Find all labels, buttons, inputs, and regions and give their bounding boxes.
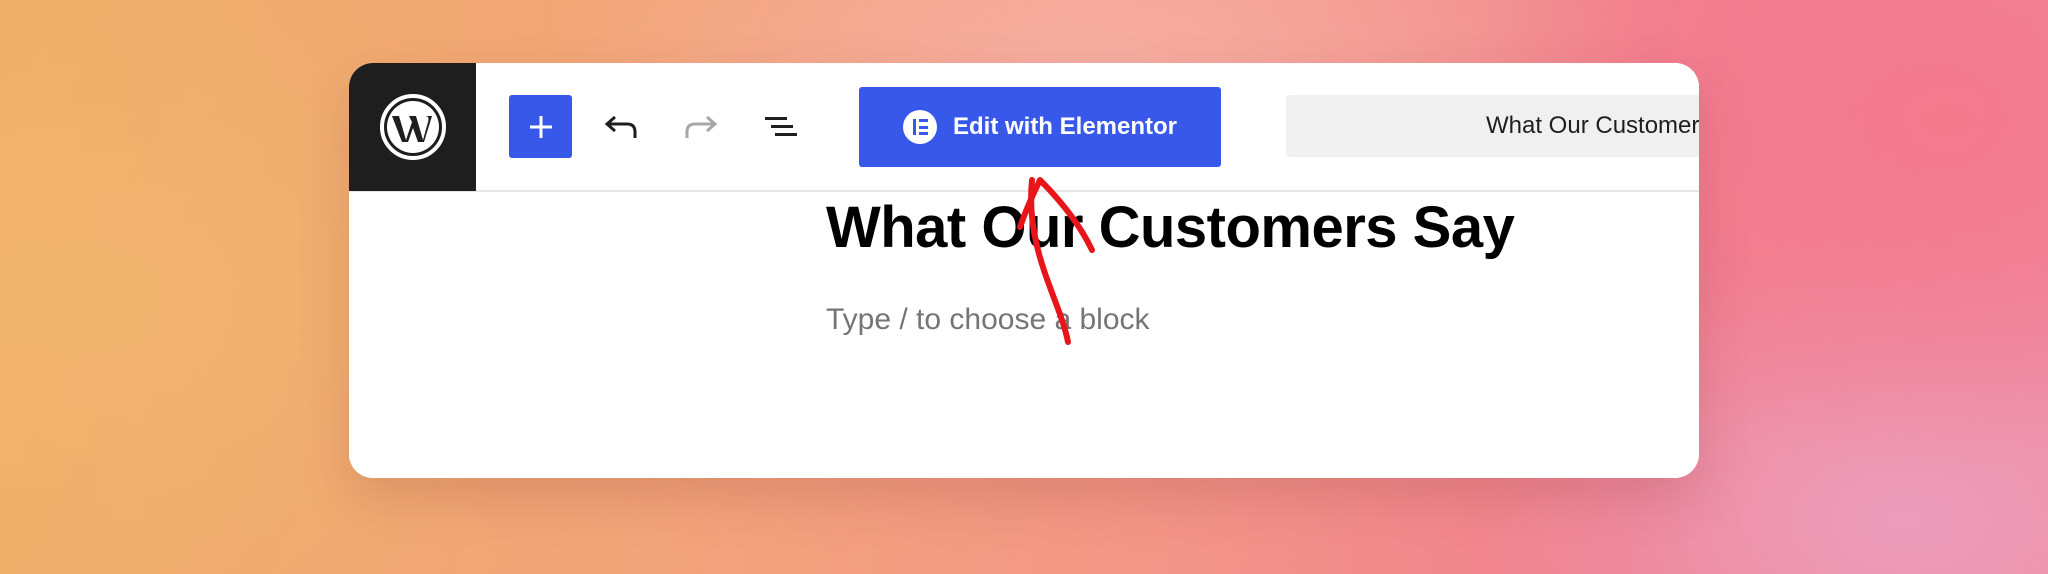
- elementor-icon: [902, 110, 937, 144]
- edit-with-elementor-button[interactable]: Edit with Elementor: [859, 87, 1221, 167]
- background-gradient: Edit with Elementor What Our Customers S…: [0, 0, 2048, 574]
- document-title-bar[interactable]: What Our Customers Say: [1286, 95, 1699, 157]
- plus-icon: [529, 115, 552, 138]
- block-appender-placeholder[interactable]: Type / to choose a block: [826, 303, 1150, 337]
- undo-icon: [604, 115, 637, 138]
- document-overview-button[interactable]: [751, 97, 811, 157]
- wordpress-icon: [379, 94, 446, 160]
- edit-with-elementor-label: Edit with Elementor: [952, 113, 1177, 140]
- editor-toolbar: Edit with Elementor What Our Customers S…: [349, 63, 1699, 192]
- list-view-icon: [765, 117, 797, 136]
- undo-button[interactable]: [591, 97, 651, 157]
- post-title[interactable]: What Our Customers Say: [826, 194, 1515, 261]
- editor-window: Edit with Elementor What Our Customers S…: [349, 63, 1699, 478]
- wordpress-logo-button[interactable]: [349, 63, 476, 191]
- redo-icon: [685, 115, 718, 138]
- block-inserter-button[interactable]: [509, 95, 572, 158]
- document-title-text: What Our Customers Say: [1486, 112, 1699, 139]
- redo-button[interactable]: [671, 97, 731, 157]
